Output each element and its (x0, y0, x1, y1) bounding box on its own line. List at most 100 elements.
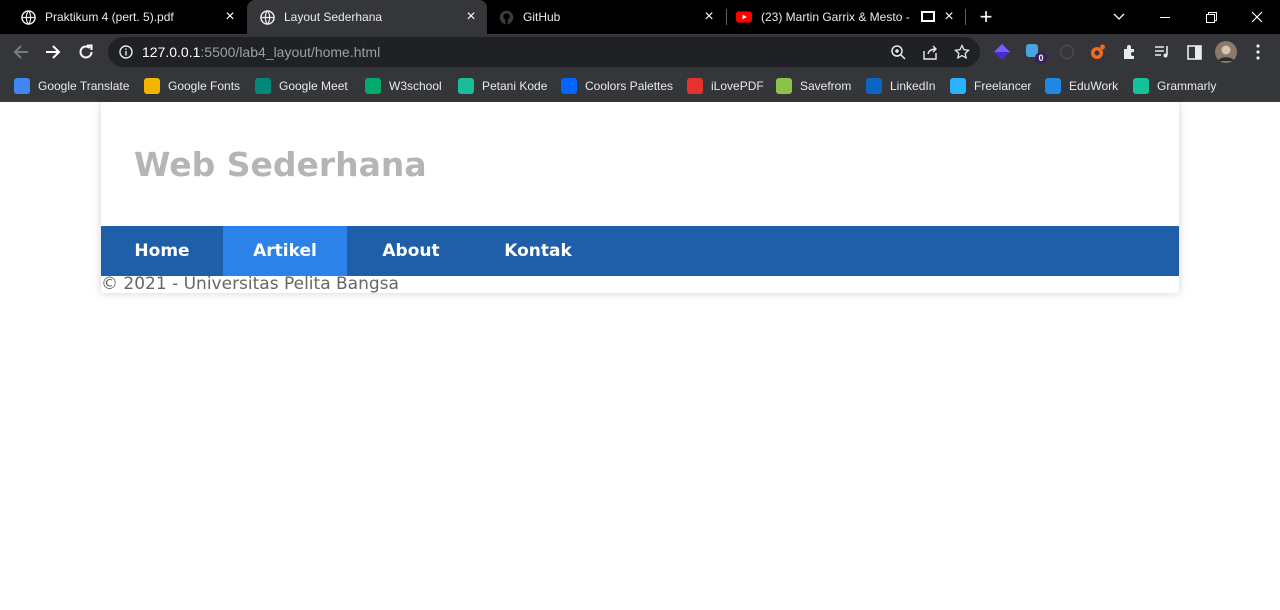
bookmarks-bar: Google Translate Google Fonts Google Meet W… (0, 70, 1280, 102)
page-header: Web Sederhana (101, 102, 1179, 226)
page-footer: © 2021 - Universitas Pelita Bangsa (101, 274, 399, 294)
eduwork-icon (1045, 78, 1061, 94)
menu-kebab-icon[interactable] (1247, 41, 1269, 63)
nav-item-kontak[interactable]: Kontak (475, 226, 601, 276)
tab-title: Layout Sederhana (284, 10, 383, 24)
bookmark-item[interactable]: iLovePDF (687, 75, 764, 97)
close-window-button[interactable] (1234, 0, 1280, 34)
bookmark-item[interactable]: Grammarly (1133, 75, 1216, 97)
google-translate-icon (14, 78, 30, 94)
extensions-puzzle-icon[interactable] (1119, 41, 1141, 63)
info-icon[interactable] (116, 42, 136, 62)
coolors-icon (561, 78, 577, 94)
zoom-icon[interactable] (888, 42, 908, 62)
tab-bar: Praktikum 4 (pert. 5).pdf × Layout Seder… (0, 0, 1280, 34)
tab-title: (23) Martin Garrix & Mesto - (761, 10, 910, 24)
bookmark-item[interactable]: Google Translate (14, 75, 129, 97)
tab-separator (965, 9, 966, 25)
back-button[interactable] (9, 40, 33, 64)
profile-avatar[interactable] (1215, 41, 1237, 63)
bookmark-label: Petani Kode (482, 79, 548, 93)
nav-item-artikel[interactable]: Artikel (223, 226, 347, 276)
url-path: :5500/lab4_layout/home.html (200, 44, 381, 60)
extension-badge-count: 0 (1035, 52, 1047, 64)
close-tab-icon[interactable]: × (701, 9, 717, 25)
bookmark-label: Freelancer (974, 79, 1032, 93)
pip-icon[interactable] (921, 11, 935, 22)
bookmark-label: iLovePDF (711, 79, 764, 93)
grammarly-icon (1133, 78, 1149, 94)
freelancer-icon (950, 78, 966, 94)
close-tab-icon[interactable]: × (463, 9, 479, 25)
extension-badge-icon[interactable]: 0 (1023, 41, 1047, 64)
extension-orange-icon[interactable] (1087, 41, 1109, 63)
arrow-left-icon (13, 45, 28, 59)
page-container: Web Sederhana Home Artikel About Kontak … (101, 102, 1179, 294)
browser-toolbar: 127.0.0.1:5500/lab4_layout/home.html 0 (0, 34, 1280, 70)
globe-icon (20, 9, 36, 25)
savefrom-icon (776, 78, 792, 94)
minimize-button[interactable] (1142, 0, 1188, 34)
bookmark-label: Google Meet (279, 79, 348, 93)
bookmark-label: Coolors Palettes (585, 79, 674, 93)
reload-icon (79, 44, 93, 59)
extension-diamond-icon[interactable] (991, 41, 1013, 63)
petani-kode-icon (458, 78, 474, 94)
page-viewport: Web Sederhana Home Artikel About Kontak … (0, 102, 1280, 610)
bookmark-label: Grammarly (1157, 79, 1217, 93)
main-nav: Home Artikel About Kontak (101, 226, 1179, 276)
tab-title: GitHub (523, 10, 561, 24)
reload-button[interactable] (74, 40, 98, 64)
page-title: Web Sederhana (134, 145, 427, 184)
bookmark-label: W3school (389, 79, 442, 93)
tab-layout-sederhana[interactable]: Layout Sederhana × (247, 0, 487, 34)
address-bar[interactable]: 127.0.0.1:5500/lab4_layout/home.html (108, 37, 980, 67)
w3school-icon (365, 78, 381, 94)
bookmark-label: Savefrom (800, 79, 852, 93)
bookmark-item[interactable]: EduWork (1045, 75, 1118, 97)
bookmark-label: EduWork (1069, 79, 1119, 93)
youtube-icon (736, 9, 752, 25)
bookmark-label: Google Translate (38, 79, 130, 93)
nav-item-about[interactable]: About (347, 226, 475, 276)
google-fonts-icon (144, 78, 160, 94)
globe-icon (259, 9, 275, 25)
bookmark-item[interactable]: W3school (365, 75, 442, 97)
tab-praktikum-pdf[interactable]: Praktikum 4 (pert. 5).pdf × (0, 0, 246, 34)
bookmark-item[interactable]: Coolors Palettes (561, 75, 673, 97)
tab-search-button[interactable] (1096, 0, 1142, 34)
close-tab-icon[interactable]: × (222, 9, 238, 25)
github-icon (498, 9, 514, 25)
bookmark-star-icon[interactable] (952, 42, 972, 62)
forward-button[interactable] (41, 40, 65, 64)
tab-youtube[interactable]: (23) Martin Garrix & Mesto - × (727, 0, 965, 34)
close-tab-icon[interactable]: × (941, 9, 957, 25)
nav-item-home[interactable]: Home (101, 226, 223, 276)
bookmark-item[interactable]: Freelancer (950, 75, 1031, 97)
bookmark-item[interactable]: LinkedIn (866, 75, 935, 97)
bookmark-item[interactable]: Petani Kode (458, 75, 547, 97)
bookmark-item[interactable]: Google Meet (255, 75, 348, 97)
bookmark-label: Google Fonts (168, 79, 241, 93)
restore-icon (1205, 11, 1217, 23)
share-icon[interactable] (920, 42, 940, 62)
minimize-icon (1160, 16, 1170, 18)
bookmark-item[interactable]: Savefrom (776, 75, 851, 97)
restore-button[interactable] (1188, 0, 1234, 34)
new-tab-button[interactable]: + (976, 6, 996, 28)
ilovepdf-icon (687, 78, 703, 94)
extension-disabled-icon[interactable] (1056, 41, 1078, 63)
tab-github[interactable]: GitHub × (487, 0, 725, 34)
url-host: 127.0.0.1 (142, 44, 201, 60)
bookmark-item[interactable]: Google Fonts (144, 75, 240, 97)
tab-title: Praktikum 4 (pert. 5).pdf (45, 10, 174, 24)
url-text: 127.0.0.1:5500/lab4_layout/home.html (142, 37, 380, 67)
bookmark-label: LinkedIn (890, 79, 936, 93)
linkedin-icon (866, 78, 882, 94)
media-control-icon[interactable] (1151, 41, 1173, 63)
google-meet-icon (255, 78, 271, 94)
chevron-down-icon (1113, 13, 1125, 20)
side-panel-icon[interactable] (1183, 41, 1205, 63)
arrow-right-icon (46, 45, 61, 59)
close-icon (1251, 11, 1263, 23)
